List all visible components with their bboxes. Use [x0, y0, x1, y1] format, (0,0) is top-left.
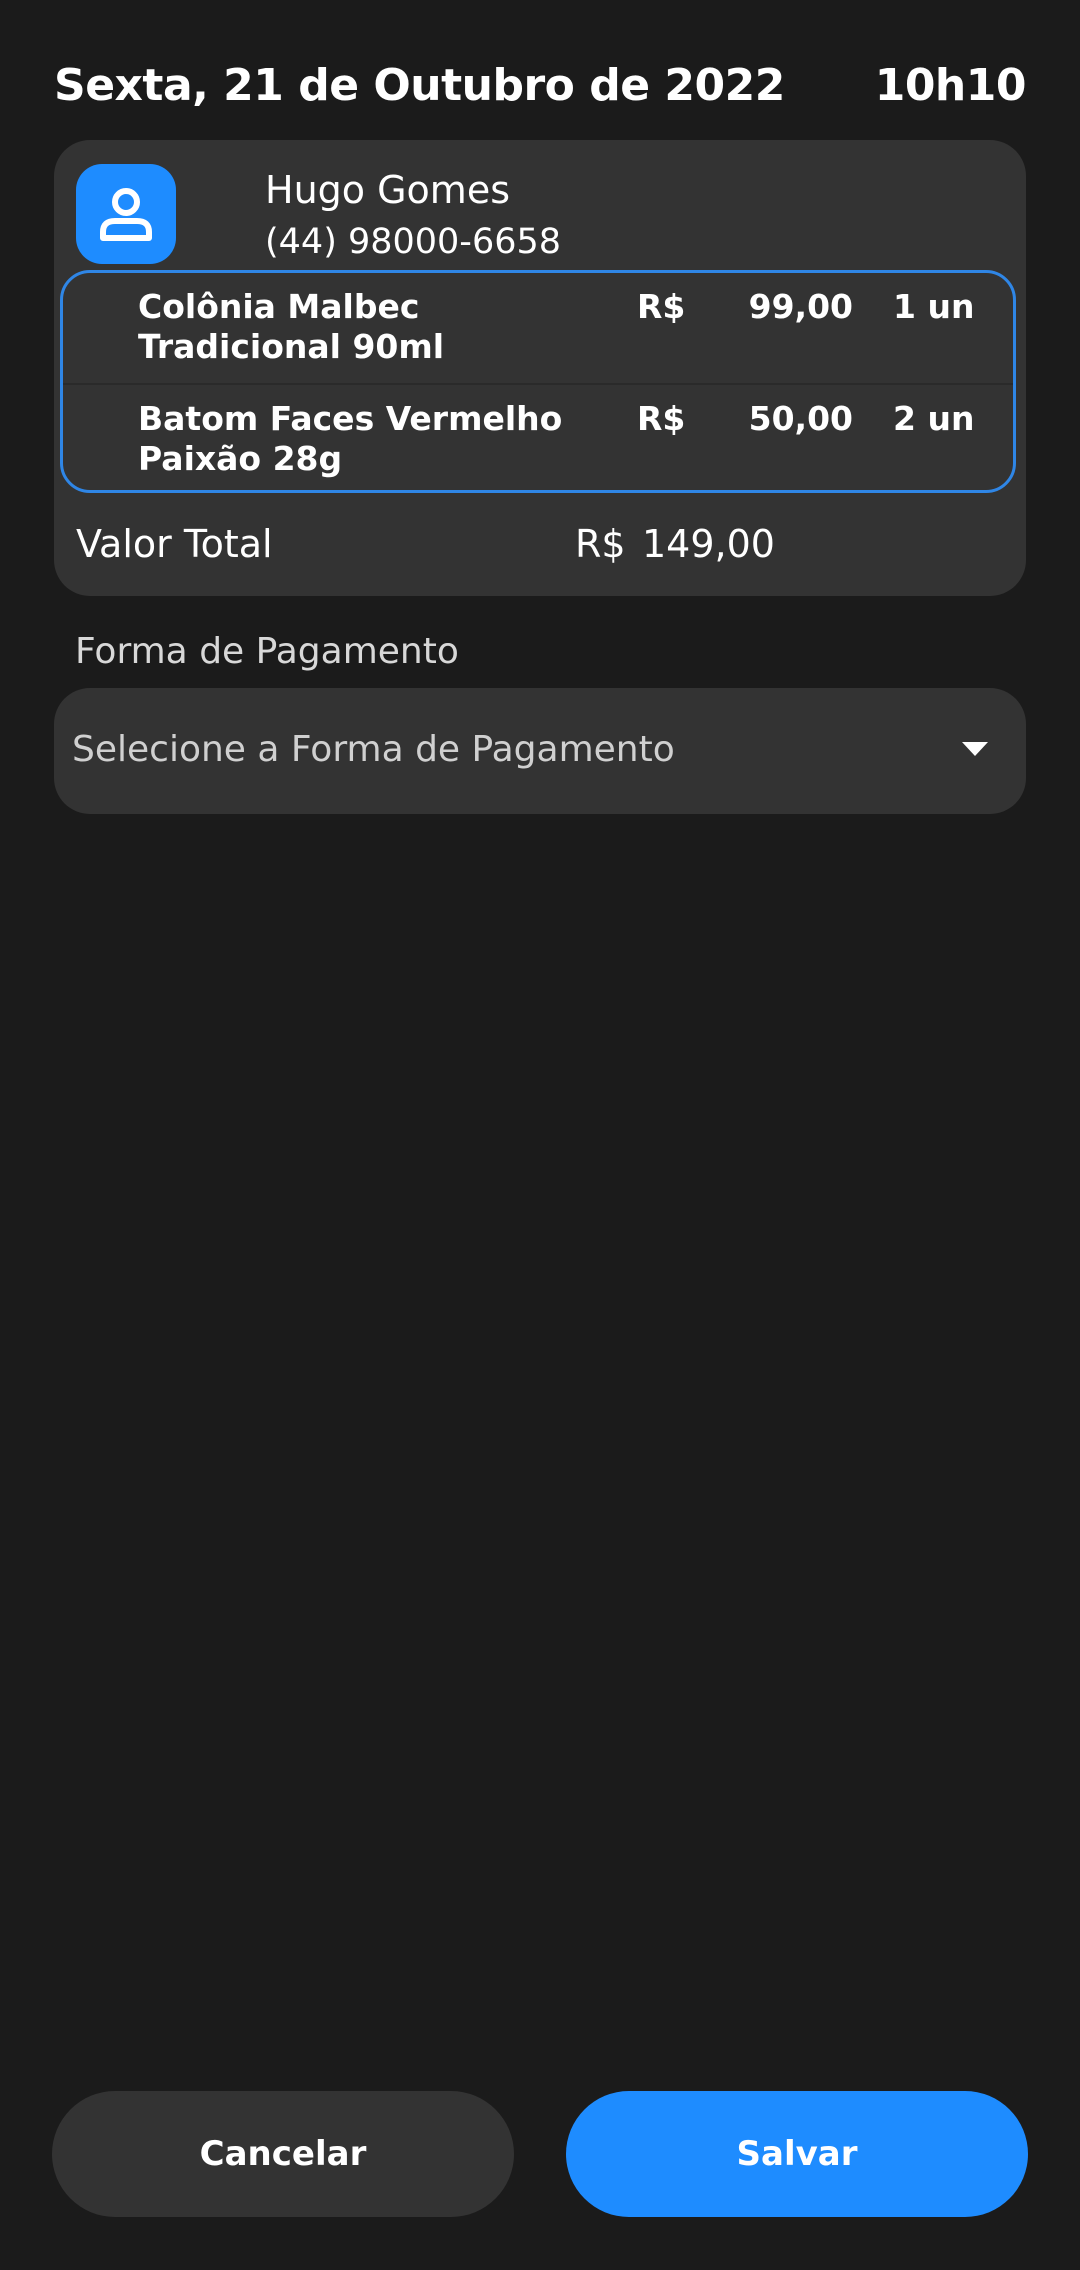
item-quantity: 1 un: [893, 287, 975, 326]
list-item[interactable]: Batom Faces Vermelho Paixão 28g R$ 50,00…: [63, 385, 1013, 490]
item-name: Colônia Malbec Tradicional 90ml: [138, 287, 445, 366]
chevron-down-icon: [962, 742, 988, 756]
total-label: Valor Total: [76, 522, 273, 566]
payment-method-select[interactable]: Selecione a Forma de Pagamento: [54, 688, 1026, 814]
item-quantity: 2 un: [893, 399, 975, 438]
order-card: Hugo Gomes (44) 98000-6658 Colônia Malbe…: [54, 140, 1026, 596]
header: Sexta, 21 de Outubro de 2022 10h10: [54, 55, 1027, 115]
time-label: 10h10: [874, 59, 1027, 111]
item-price: 99,00: [748, 287, 853, 326]
date-title: Sexta, 21 de Outubro de 2022: [54, 59, 785, 111]
item-currency: R$: [637, 399, 686, 438]
customer-phone: (44) 98000-6658: [265, 222, 562, 262]
item-price: 50,00: [748, 399, 853, 438]
total-currency: R$: [575, 522, 626, 566]
total-value: 149,00: [642, 522, 775, 566]
payment-method-placeholder: Selecione a Forma de Pagamento: [72, 729, 675, 770]
items-list: Colônia Malbec Tradicional 90ml R$ 99,00…: [60, 270, 1016, 493]
list-item[interactable]: Colônia Malbec Tradicional 90ml R$ 99,00…: [63, 273, 1013, 385]
cancel-button[interactable]: Cancelar: [52, 2091, 514, 2217]
item-currency: R$: [637, 287, 686, 326]
payment-method-label: Forma de Pagamento: [75, 631, 459, 672]
item-name: Batom Faces Vermelho Paixão 28g: [138, 399, 563, 478]
customer-name: Hugo Gomes: [265, 168, 510, 212]
save-button[interactable]: Salvar: [566, 2091, 1028, 2217]
user-icon: [76, 164, 176, 264]
